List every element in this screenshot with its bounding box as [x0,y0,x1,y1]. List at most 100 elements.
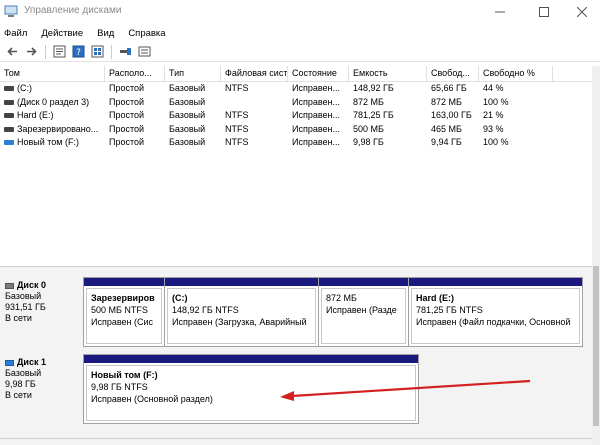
cell-text: 872 МБ [353,96,384,107]
minimize-button[interactable] [480,0,520,24]
settings-button[interactable] [136,44,152,60]
cell-text: 781,25 ГБ [353,110,394,120]
cell-layout: Простой [105,96,165,110]
column-header-type[interactable]: Тип [165,66,221,82]
cell-text: 148,92 ГБ [353,83,394,93]
cell-status: Исправен... [288,96,349,110]
column-header-free-percent[interactable]: Свободно % [479,66,553,82]
menu-bar: Файл Действие Вид Справка [0,24,600,42]
toolbar-separator [45,44,46,59]
cell-status: Исправен... [288,109,349,123]
cell-text: 65,66 ГБ [431,83,467,93]
partition-e[interactable]: Hard (E:) 781,25 ГБ NTFS Исправен (Файл … [409,278,582,346]
partition-status: Исправен (Основной раздел) [91,394,213,404]
partition-header-bar [409,278,582,286]
partition-f[interactable]: Новый том (F:) 9,98 ГБ NTFS Исправен (Ос… [84,355,418,423]
cell-layout: Простой [105,82,165,96]
cell-text: Базовый [169,123,206,134]
partition-info: 781,25 ГБ NTFS [416,305,483,315]
volume-icon [4,126,14,132]
table-header: Том Располо... Тип Файловая система Сост… [0,66,592,82]
cell-type: Базовый [165,96,221,110]
column-header-layout[interactable]: Располо... [105,66,165,82]
table-row[interactable]: Hard (E:) Простой Базовый NTFS Исправен... 78… [0,109,592,123]
cell-text: Исправен... [292,83,341,93]
cell-free-percent: 21 % [479,109,553,123]
forward-button[interactable] [23,44,39,60]
column-header-free[interactable]: Свобод... [427,66,479,82]
column-header-filesystem[interactable]: Файловая система [221,66,288,82]
maximize-button[interactable] [524,0,564,24]
close-button[interactable] [562,0,600,24]
properties-icon [53,45,65,58]
cell-text: 9,94 ГБ [431,137,462,147]
cell-text: Базовый [169,96,206,107]
cell-type: Базовый [165,82,221,96]
menu-file[interactable]: Файл [4,28,27,39]
partition-c[interactable]: (C:) 148,92 ГБ NTFS Исправен (Загрузка, … [165,278,319,346]
legend-bar [0,438,592,445]
cell-filesystem: NTFS [221,123,288,137]
column-header-status[interactable]: Состояние [288,66,349,82]
rescan-button[interactable] [117,44,133,60]
disk-1-label[interactable]: Диск 1 Базовый 9,98 ГБ В сети [5,357,81,401]
column-header-volume[interactable]: Том [0,66,105,82]
cell-free-percent: 100 % [479,96,553,110]
scrollbar-thumb[interactable] [593,266,599,426]
partition-reserved[interactable]: Зарезервиров 500 МБ NTFS Исправен (Сис [84,278,165,346]
cell-text: Базовый [169,110,206,120]
menu-view[interactable]: Вид [97,28,114,39]
cell-status: Исправен... [288,82,349,96]
menu-help[interactable]: Справка [128,28,165,39]
toolbar-separator [111,44,112,59]
cell-text: Простой [109,110,145,120]
cell-text: Исправен... [292,110,341,120]
cell-text: NTFS [225,110,249,120]
vertical-scrollbar[interactable] [592,66,600,445]
table-row[interactable]: (Диск 0 раздел 3) Простой Базовый Исправен.… [0,96,592,110]
cell-text: 465 МБ [431,123,462,134]
column-header-capacity[interactable]: Емкость [349,66,427,82]
cell-text: Базовый [169,137,206,147]
close-icon [577,7,587,17]
cell-text: 500 МБ [353,123,384,134]
disk-1-type: Базовый [5,368,42,378]
table-row[interactable]: (C:) Простой Базовый NTFS Исправен... 148,92 … [0,82,592,96]
partition-name: Новый том (F:) [91,370,158,380]
partition-name: Hard (E:) [416,293,454,303]
help-button[interactable]: ? [70,44,86,60]
cell-filesystem [221,96,288,110]
properties-button[interactable] [51,44,67,60]
partition-name: (C:) [172,293,188,303]
cell-text: (Диск 0 раздел 3) [17,96,90,107]
disk-0-label[interactable]: Диск 0 Базовый 931,51 ГБ В сети [5,280,81,324]
cell-text: Исправен... [292,137,341,147]
table-row[interactable]: Новый том (F:) Простой Базовый NTFS Исправен… [0,136,592,150]
window-title: Управление дисками [24,5,122,16]
cell-type: Базовый [165,136,221,150]
partition-disk0-3[interactable]: 872 МБ Исправен (Разде [319,278,409,346]
back-button[interactable] [4,44,20,60]
partition-header-bar [84,355,418,363]
arrow-right-icon [26,47,37,56]
partition-info: 872 МБ [326,293,357,303]
cell-status: Исправен... [288,123,349,137]
cell-layout: Простой [105,136,165,150]
cell-text: 100 % [483,96,509,107]
table-row[interactable]: Зарезервировано... Простой Базовый NTFS Испр… [0,123,592,137]
partition-status: Исправен (Файл подкачки, Основной [416,317,571,327]
menu-action[interactable]: Действие [41,28,83,39]
removable-disk-icon [5,359,14,366]
cell-text: Базовый [169,83,206,93]
list-view-button[interactable] [89,44,105,60]
cell-text: (C:) [17,83,32,93]
table-body: (C:) Простой Базовый NTFS Исправен... 148,92 … [0,82,592,150]
cell-volume: (C:) [0,82,105,96]
cell-text: 163,00 ГБ [431,110,472,120]
disk-1-size: 9,98 ГБ [5,379,36,389]
cell-layout: Простой [105,109,165,123]
cell-text: Hard (E:) [17,110,54,120]
cell-capacity: 148,92 ГБ [349,82,427,96]
cell-free-percent: 100 % [479,136,553,150]
cell-layout: Простой [105,123,165,137]
